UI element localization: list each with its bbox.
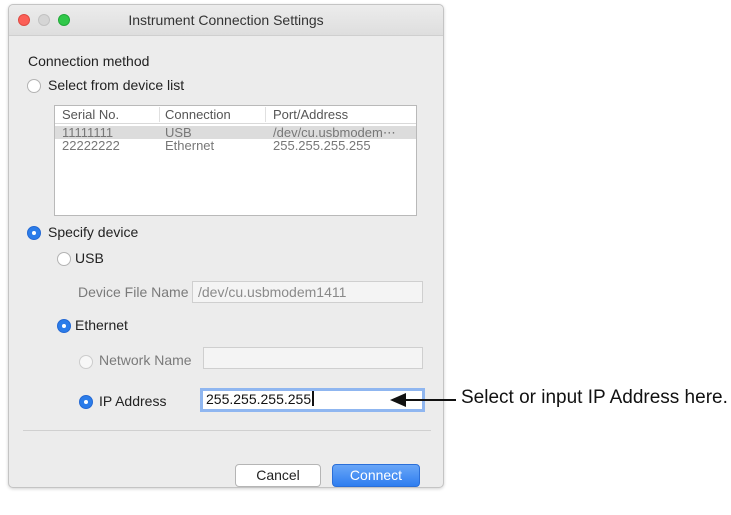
column-header-serial[interactable]: Serial No.	[62, 107, 119, 122]
column-divider	[159, 107, 160, 122]
ethernet-radio-label[interactable]: Ethernet	[75, 317, 128, 333]
network-name-field[interactable]	[203, 347, 423, 369]
cancel-button[interactable]: Cancel	[235, 464, 321, 487]
usb-radio[interactable]	[57, 252, 71, 266]
window-title: Instrument Connection Settings	[128, 12, 324, 28]
device-file-name-label: Device File Name	[78, 284, 189, 300]
column-divider	[265, 107, 266, 122]
ip-address-radio[interactable]	[79, 395, 93, 409]
device-file-name-field[interactable]: /dev/cu.usbmodem1411	[192, 281, 423, 303]
callout-line	[404, 399, 456, 401]
ip-address-label[interactable]: IP Address	[99, 393, 166, 409]
serial-cell: 22222222	[62, 138, 120, 153]
column-header-connection[interactable]: Connection	[165, 107, 231, 122]
specify-device-radio[interactable]	[27, 226, 41, 240]
device-list-radio[interactable]	[27, 79, 41, 93]
address-cell: 255.255.255.255	[273, 138, 371, 153]
table-row[interactable]: 22222222 Ethernet 255.255.255.255	[55, 138, 416, 153]
ethernet-radio[interactable]	[57, 319, 71, 333]
divider	[23, 430, 431, 431]
ip-address-value: 255.255.255.255	[206, 391, 312, 407]
connect-button[interactable]: Connect	[332, 464, 420, 487]
callout-text: Select or input IP Address here.	[461, 387, 728, 408]
text-cursor	[312, 391, 315, 406]
connection-settings-dialog: Instrument Connection Settings Connectio…	[8, 4, 444, 488]
usb-radio-label[interactable]: USB	[75, 250, 104, 266]
title-bar: Instrument Connection Settings	[9, 5, 443, 36]
device-list-table[interactable]: Serial No. Connection Port/Address 11111…	[54, 105, 417, 216]
device-list-header: Serial No. Connection Port/Address	[55, 106, 416, 124]
device-list-radio-label[interactable]: Select from device list	[48, 77, 184, 93]
column-header-address[interactable]: Port/Address	[273, 107, 348, 122]
connection-method-heading: Connection method	[28, 53, 150, 69]
network-name-radio[interactable]	[79, 355, 93, 369]
connection-cell: Ethernet	[165, 138, 215, 153]
network-name-label[interactable]: Network Name	[99, 352, 192, 368]
specify-device-radio-label[interactable]: Specify device	[48, 224, 138, 240]
